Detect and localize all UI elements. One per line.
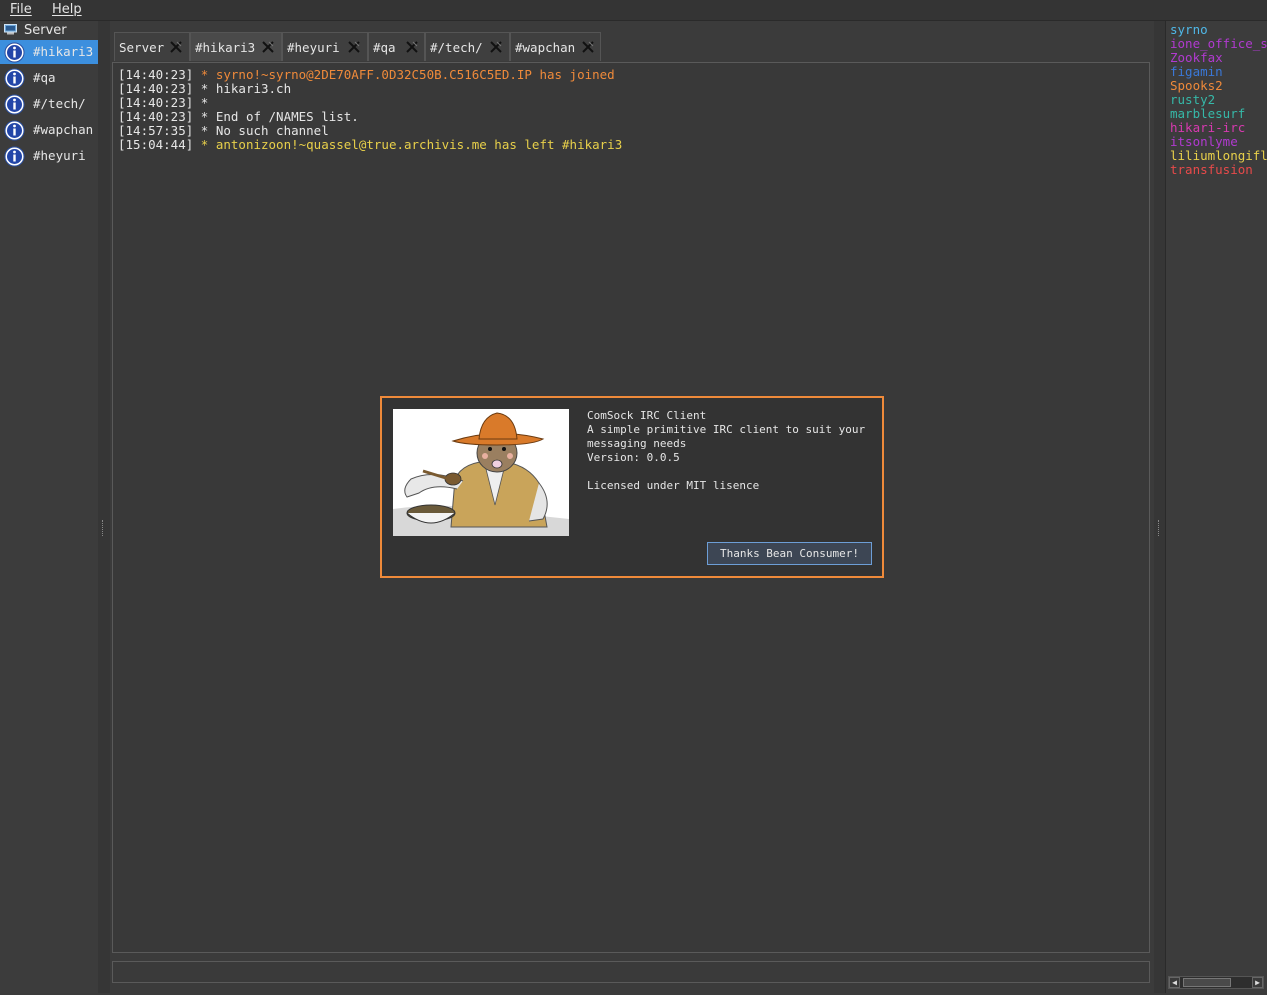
tab-label: Server — [119, 40, 165, 55]
user-item[interactable]: figamin — [1166, 65, 1267, 79]
user-item[interactable]: ione_office_se — [1166, 37, 1267, 51]
user-item[interactable]: rusty2 — [1166, 93, 1267, 107]
about-license: Licensed under MIT lisence — [587, 479, 760, 492]
about-dialog: ComSock IRC Client A simple primitive IR… — [380, 396, 884, 578]
info-icon — [4, 68, 25, 89]
tab-hikari3[interactable]: #hikari3 — [190, 32, 282, 61]
menu-file[interactable]: File — [10, 2, 32, 17]
user-item[interactable]: hikari-irc — [1166, 121, 1267, 135]
info-icon — [4, 146, 25, 167]
close-tab-icon[interactable] — [347, 40, 361, 54]
computer-icon — [4, 24, 17, 35]
message-text: * No such channel — [200, 123, 329, 138]
user-list-horizontal-scrollbar[interactable]: ◀ ▶ — [1168, 976, 1264, 989]
tab-label: #hikari3 — [195, 40, 256, 55]
sidebar-item-tech[interactable]: #/tech/ — [0, 92, 98, 116]
left-splitter-handle[interactable] — [98, 21, 110, 993]
tab-tech[interactable]: #/tech/ — [425, 32, 510, 61]
bean-consumer-illustration — [393, 409, 569, 536]
tab-label: #heyuri — [287, 40, 340, 55]
tab-label: #qa — [373, 40, 396, 55]
timestamp: [14:40:23] — [118, 109, 194, 124]
user-item[interactable]: itsonlyme — [1166, 135, 1267, 149]
about-description-line: A simple primitive IRC client to suit yo… — [587, 423, 866, 436]
sidebar-item-label: #wapchan — [33, 122, 94, 137]
about-spacer — [587, 465, 877, 479]
message-text: * syrno!~syrno@2DE70AFF.0D32C50B.C516C5E… — [200, 67, 615, 82]
chat-line: [14:40:23] * syrno!~syrno@2DE70AFF.0D32C… — [118, 68, 1149, 82]
about-title: ComSock IRC Client — [587, 409, 707, 422]
message-text: * hikari3.ch — [200, 81, 292, 96]
sidebar-item-heyuri[interactable]: #heyuri — [0, 144, 98, 168]
tab-label: #/tech/ — [430, 40, 483, 55]
sidebar-item-hikari3[interactable]: #hikari3 — [0, 40, 98, 64]
close-tab-icon[interactable] — [489, 40, 503, 54]
channel-tab-bar: Server #hikari3 #heyuri #qa #/tech/ #wap… — [114, 32, 604, 62]
tab-label: #wapchan — [515, 40, 576, 55]
tab-qa[interactable]: #qa — [368, 32, 425, 61]
message-input[interactable] — [112, 961, 1150, 983]
menubar: File Help — [0, 0, 1267, 21]
sidebar-item-label: #/tech/ — [33, 96, 86, 111]
scroll-left-arrow-icon[interactable]: ◀ — [1169, 977, 1180, 988]
scroll-right-arrow-icon[interactable]: ▶ — [1252, 977, 1263, 988]
channel-sidebar: Server #hikari3 #qa #/tech/ #wapchan #he… — [0, 21, 99, 993]
user-list: syrno ione_office_se Zookfax figamin Spo… — [1165, 21, 1267, 993]
info-icon — [4, 42, 25, 63]
timestamp: [14:40:23] — [118, 95, 194, 110]
timestamp: [14:40:23] — [118, 67, 194, 82]
timestamp: [14:40:23] — [118, 81, 194, 96]
tab-heyuri[interactable]: #heyuri — [282, 32, 368, 61]
user-list-items: syrno ione_office_se Zookfax figamin Spo… — [1166, 23, 1267, 177]
about-version: Version: 0.0.5 — [587, 451, 680, 464]
close-tab-icon[interactable] — [169, 40, 183, 54]
irc-client-window: File Help Server #hikari3 #qa #/tech/ #w… — [0, 0, 1267, 995]
close-dialog-button[interactable]: Thanks Bean Consumer! — [707, 542, 872, 565]
sidebar-item-label: #qa — [33, 70, 56, 85]
user-item[interactable]: liliumlongiflo — [1166, 149, 1267, 163]
splitter-grip — [102, 520, 105, 536]
message-text: * antonizoon!~quassel@true.archivis.me h… — [200, 137, 623, 152]
info-icon — [4, 120, 25, 141]
close-tab-icon[interactable] — [581, 40, 595, 54]
user-item[interactable]: syrno — [1166, 23, 1267, 37]
user-item[interactable]: Zookfax — [1166, 51, 1267, 65]
chat-line: [14:57:35] * No such channel — [118, 124, 1149, 138]
sidebar-item-qa[interactable]: #qa — [0, 66, 98, 90]
sidebar-item-wapchan[interactable]: #wapchan — [0, 118, 98, 142]
user-item[interactable]: transfusion — [1166, 163, 1267, 177]
message-text: * End of /NAMES list. — [200, 109, 359, 124]
sidebar-item-server[interactable]: Server — [0, 21, 98, 39]
timestamp: [15:04:44] — [118, 137, 194, 152]
message-text: * — [200, 95, 209, 110]
user-item[interactable]: marblesurf — [1166, 107, 1267, 121]
chat-line: [15:04:44] * antonizoon!~quassel@true.ar… — [118, 138, 1149, 152]
menu-help[interactable]: Help — [52, 2, 82, 17]
about-text: ComSock IRC Client A simple primitive IR… — [587, 409, 877, 493]
info-icon — [4, 94, 25, 115]
tab-wapchan[interactable]: #wapchan — [510, 32, 601, 61]
close-tab-icon[interactable] — [405, 40, 419, 54]
tab-server[interactable]: Server — [114, 32, 190, 61]
sidebar-item-label: #heyuri — [33, 148, 86, 163]
chat-line: [14:40:23] * — [118, 96, 1149, 110]
sidebar-item-label: Server — [24, 23, 67, 38]
timestamp: [14:57:35] — [118, 123, 194, 138]
close-tab-icon[interactable] — [261, 40, 275, 54]
sidebar-item-label: #hikari3 — [33, 44, 94, 59]
about-description-line: messaging needs — [587, 437, 687, 450]
splitter-grip — [1158, 520, 1161, 536]
chat-line: [14:40:23] * End of /NAMES list. — [118, 110, 1149, 124]
scrollbar-thumb[interactable] — [1183, 978, 1231, 987]
chat-line: [14:40:23] * hikari3.ch — [118, 82, 1149, 96]
user-item[interactable]: Spooks2 — [1166, 79, 1267, 93]
